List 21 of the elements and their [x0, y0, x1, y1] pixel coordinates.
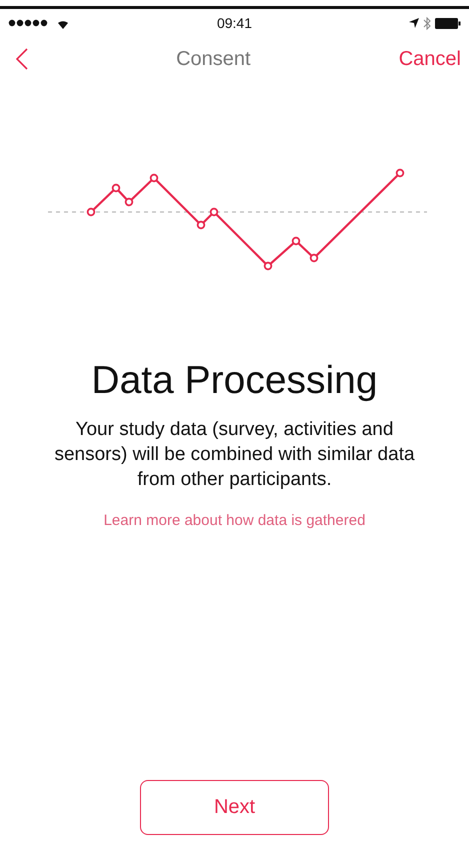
step-description: Your study data (survey, activities and sensors) will be combined with similar data from other participants.	[53, 418, 416, 492]
graph-point	[264, 262, 272, 270]
graph-point	[292, 236, 300, 246]
battery-icon	[435, 18, 461, 28]
nav-title: Consent	[176, 48, 251, 70]
graph-point	[210, 208, 218, 216]
next-button[interactable]: Next	[140, 780, 329, 835]
graph-point	[150, 174, 158, 182]
back-button[interactable]	[16, 48, 28, 70]
step-title: Data Processing	[90, 359, 379, 403]
bluetooth-icon	[423, 16, 431, 30]
status-time: 09:41	[216, 15, 252, 31]
graph-point	[310, 254, 318, 262]
graph-point	[86, 208, 96, 216]
graph-point	[112, 184, 120, 192]
graph-point	[196, 220, 206, 230]
graph-point	[396, 168, 404, 178]
location-arrow-icon	[409, 18, 419, 28]
graph-point	[124, 198, 134, 206]
learn-more-link[interactable]: Learn more about how data is gathered	[104, 512, 366, 529]
cancel-button[interactable]: Cancel	[398, 48, 461, 70]
